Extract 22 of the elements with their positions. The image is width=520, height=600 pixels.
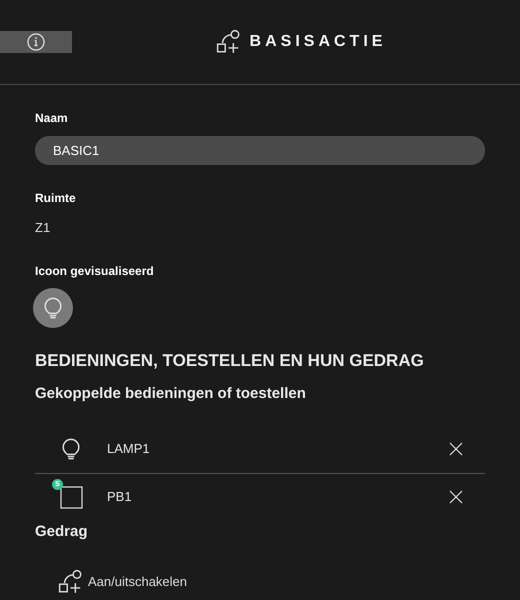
info-button[interactable] [0, 31, 72, 53]
room-value: Z1 [35, 219, 52, 237]
device-name: PB1 [107, 488, 133, 506]
behaviour-item[interactable]: Aan/uitschakelen [88, 572, 188, 592]
device-name: LAMP1 [107, 440, 151, 458]
section-title: BEDIENINGEN, TOESTELLEN EN HUN GEDRAG [35, 350, 425, 372]
field-label: Icoon gevisualiseerd [35, 262, 155, 280]
page-title: BASISACTIE [250, 32, 386, 52]
field-label: Ruimte [35, 190, 77, 207]
name-field[interactable]: BASIC1 [35, 136, 485, 165]
shapes-icon [216, 29, 242, 55]
remove-button[interactable] [449, 490, 463, 504]
square-icon [60, 486, 82, 508]
close-icon [449, 442, 463, 456]
close-icon [449, 490, 463, 504]
field-label: Naam [35, 110, 69, 127]
shapes-icon [58, 569, 84, 595]
subsection-title: Gedrag [35, 522, 89, 542]
info-icon [27, 33, 45, 51]
icon-picker[interactable] [33, 288, 73, 328]
remove-button[interactable] [449, 442, 463, 456]
subsection-title: Gekoppelde bedieningen of toestellen [35, 384, 307, 404]
